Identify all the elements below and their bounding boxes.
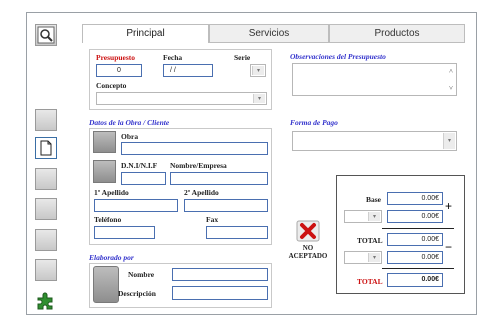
- document-icon: [40, 140, 52, 156]
- elaborado-descripcion-label: Descripción: [118, 289, 156, 298]
- scroll-down-icon[interactable]: ˅: [449, 84, 453, 92]
- puzzle-icon: [37, 292, 53, 310]
- nombre-empresa-input[interactable]: [170, 172, 268, 185]
- elaborado-photo[interactable]: [93, 266, 119, 303]
- serie-label: Serie: [234, 53, 251, 62]
- toolbar-button-4[interactable]: [35, 198, 57, 220]
- chevron-down-icon: ▾: [368, 212, 380, 221]
- chevron-down-icon: ▾: [253, 94, 265, 103]
- fax-label: Fax: [206, 215, 219, 224]
- fax-input[interactable]: [206, 226, 268, 239]
- elaborado-title: Elaborado por: [89, 253, 134, 262]
- toolbar-button-1[interactable]: [35, 109, 57, 131]
- toolbar-button-6[interactable]: [35, 259, 57, 281]
- chevron-down-icon: ▾: [252, 66, 264, 75]
- total-label: TOTAL: [357, 236, 383, 245]
- nif-label: D.N.I/N.I.F: [121, 161, 158, 170]
- apellido2-label: 2º Apellido: [184, 188, 219, 197]
- reject-button[interactable]: [296, 220, 320, 242]
- scroll-up-icon[interactable]: ˄: [449, 67, 453, 75]
- elaborado-nombre-label: Nombre: [128, 270, 155, 279]
- presupuesto-number-input[interactable]: 0: [96, 64, 142, 77]
- chevron-down-icon: ▾: [368, 253, 380, 262]
- impuesto-value: 0.00€: [387, 210, 443, 223]
- retencion-select[interactable]: ▾: [344, 251, 382, 264]
- cliente-photo[interactable]: [93, 160, 116, 183]
- retencion-value: 0.00€: [387, 251, 443, 264]
- apellido1-input[interactable]: [94, 199, 178, 212]
- elaborado-descripcion-input[interactable]: [172, 286, 268, 300]
- forma-pago-title: Forma de Pago: [290, 118, 338, 127]
- obra-label: Obra: [121, 132, 139, 141]
- telefono-input[interactable]: [94, 226, 155, 239]
- divider-2: [382, 268, 454, 269]
- total-final-label: TOTAL: [357, 277, 383, 286]
- tab-productos[interactable]: Productos: [329, 24, 465, 43]
- observaciones-title: Observaciones del Presupuesto: [290, 52, 386, 61]
- total-value: 0.00€: [387, 233, 443, 246]
- base-label: Base: [366, 195, 381, 204]
- tab-servicios[interactable]: Servicios: [209, 24, 329, 43]
- toolbar-button-3[interactable]: [35, 168, 57, 190]
- toolbar-button-5[interactable]: [35, 229, 57, 251]
- puzzle-button[interactable]: [35, 289, 57, 311]
- total-final-value: 0.00€: [387, 273, 443, 287]
- document-button[interactable]: [35, 137, 57, 159]
- search-button[interactable]: [35, 24, 57, 46]
- estado-line-2: ACEPTADO: [288, 252, 328, 260]
- serie-select[interactable]: ▾: [250, 64, 266, 77]
- apellido1-label: 1º Apellido: [94, 188, 129, 197]
- apellido2-input[interactable]: [184, 199, 268, 212]
- plus-sign: +: [445, 199, 453, 213]
- concepto-label: Concepto: [96, 81, 127, 90]
- fecha-input[interactable]: / /: [163, 64, 213, 77]
- elaborado-nombre-input[interactable]: [172, 268, 268, 281]
- observaciones-textarea[interactable]: ˄ ˅: [292, 63, 457, 96]
- base-value: 0.00€: [387, 192, 443, 205]
- estado-line-1: NO: [302, 244, 314, 252]
- estado-label: NO ACEPTADO: [286, 244, 330, 260]
- nombre-empresa-label: Nombre/Empresa: [170, 161, 227, 170]
- tab-principal[interactable]: Principal: [82, 24, 209, 43]
- presupuesto-label: Presupuesto: [96, 53, 136, 62]
- concepto-select[interactable]: ▾: [96, 92, 267, 105]
- telefono-label: Teléfono: [94, 215, 122, 224]
- cliente-title: Datos de la Obra / Cliente: [89, 118, 170, 127]
- chevron-down-icon: ▾: [443, 133, 455, 149]
- reject-x-icon: [296, 220, 320, 242]
- minus-sign: −: [445, 240, 453, 254]
- obra-photo[interactable]: [93, 131, 116, 153]
- obra-input[interactable]: [121, 142, 268, 155]
- divider-1: [382, 228, 454, 229]
- nif-input[interactable]: [121, 172, 166, 185]
- fecha-label: Fecha: [163, 53, 183, 62]
- forma-pago-select[interactable]: ▾: [292, 131, 457, 151]
- search-icon: [37, 26, 55, 44]
- impuesto-select[interactable]: ▾: [344, 210, 382, 223]
